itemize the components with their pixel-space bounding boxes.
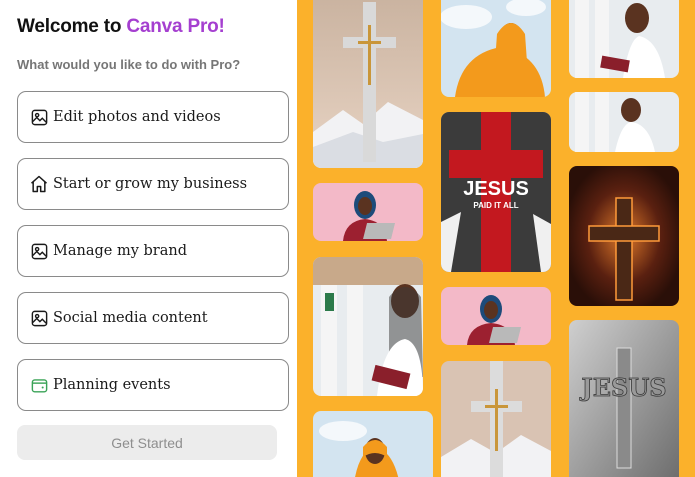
jesus-paid-it-all-poster: JESUS PAID IT ALL: [441, 112, 551, 272]
onboarding-question: What would you like to do with Pro?: [17, 57, 241, 72]
option-label: Planning events: [53, 377, 171, 393]
option-manage-brand[interactable]: Manage my brand: [17, 225, 289, 277]
option-planning-events[interactable]: Planning events: [17, 359, 289, 411]
welcome-heading: Welcome to Canva Pro!: [17, 16, 225, 38]
emblem-text: JESUS: [579, 373, 666, 402]
image-icon: [29, 241, 49, 261]
option-edit-photos-videos[interactable]: Edit photos and videos: [17, 91, 289, 143]
woman-in-orange-hijab-image: [313, 411, 433, 477]
woman-with-laptop-image: [313, 183, 423, 241]
jesus-cross-emblem-image: JESUS: [569, 320, 679, 477]
woman-with-bible-image: [313, 257, 423, 396]
poster-subtitle: PAID IT ALL: [473, 201, 518, 210]
wallet-icon: [29, 375, 49, 395]
woman-in-orange-hijab-image: [441, 0, 551, 97]
woman-with-bible-image: [569, 0, 679, 78]
glowing-cross-image: [569, 166, 679, 306]
cross-on-mountains-image: [441, 361, 551, 477]
image-icon: [29, 107, 49, 127]
cross-on-mountains-image: [313, 0, 423, 168]
option-start-grow-business[interactable]: Start or grow my business: [17, 158, 289, 210]
welcome-prefix: Welcome to: [17, 16, 127, 37]
poster-title: JESUS: [463, 178, 529, 200]
woman-with-laptop-image: [441, 287, 551, 345]
option-social-media-content[interactable]: Social media content: [17, 292, 289, 344]
option-label: Social media content: [53, 310, 208, 326]
template-gallery: JESUS PAID IT ALL JESUS: [297, 0, 695, 477]
woman-with-bible-image: [569, 92, 679, 152]
onboarding-panel: Welcome to Canva Pro! What would you lik…: [0, 0, 297, 477]
brand-name: Canva Pro!: [126, 16, 225, 37]
image-icon: [29, 308, 49, 328]
option-label: Edit photos and videos: [53, 109, 221, 125]
get-started-button[interactable]: Get Started: [17, 425, 277, 460]
option-label: Manage my brand: [53, 243, 187, 259]
home-icon: [29, 174, 49, 194]
option-label: Start or grow my business: [53, 176, 248, 192]
